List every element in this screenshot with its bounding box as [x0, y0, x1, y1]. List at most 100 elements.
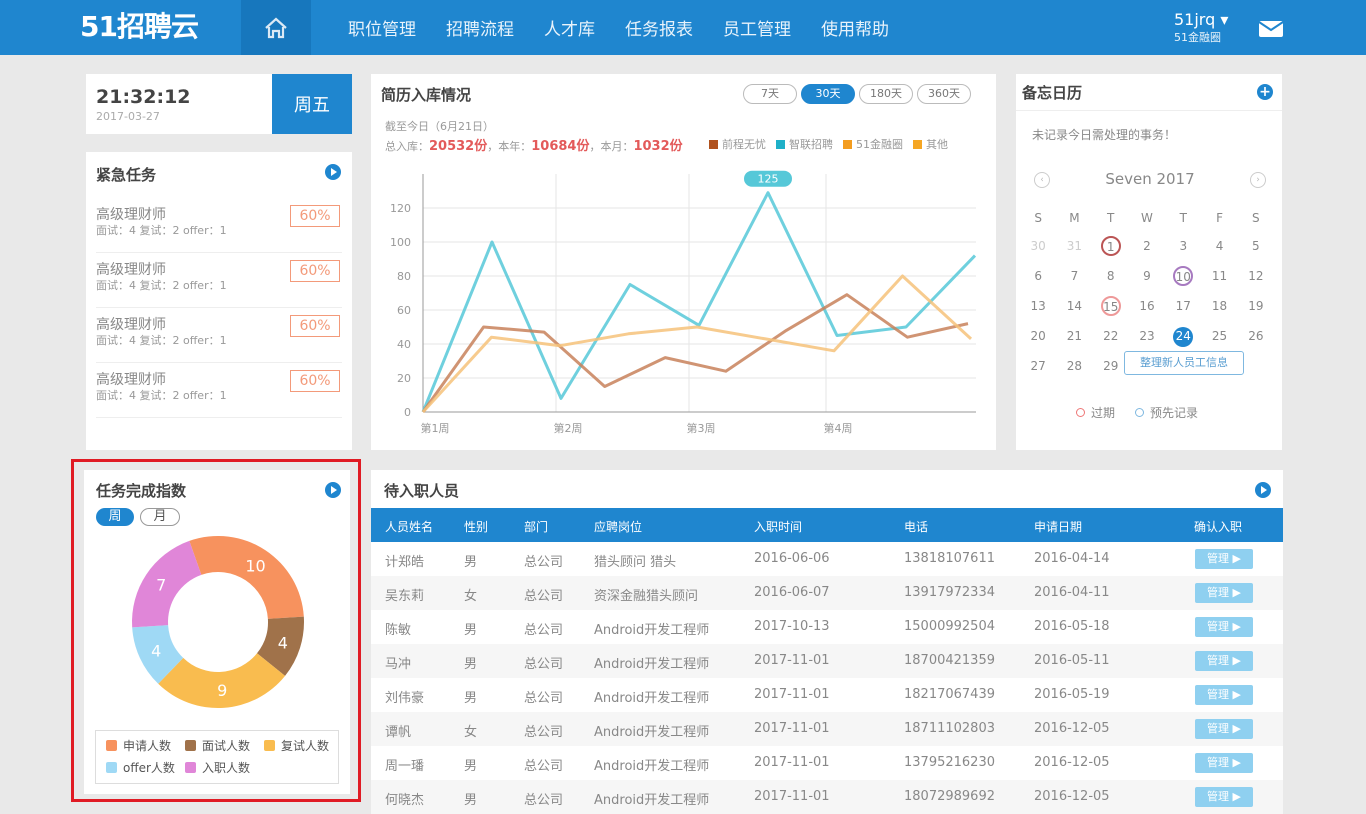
task-item[interactable]: 高级理财师 面试：4 复试：2 offer：1 60% [96, 363, 342, 418]
table-cell: 刘伟豪 [385, 691, 425, 706]
series-line [421, 191, 977, 413]
table-cell: 计郑皓 [385, 555, 425, 570]
table-cell: Android开发工程师 [594, 657, 710, 672]
table-cell: 男 [464, 691, 478, 706]
x-tick-label: 第1周 [421, 421, 450, 435]
weekday-label: W [1141, 211, 1153, 225]
table-cell: 猎头顾问 猎头 [594, 555, 677, 570]
calendar-day[interactable]: 1 [1093, 236, 1129, 266]
calendar-day[interactable]: 16 [1129, 296, 1165, 326]
calendar-day[interactable]: 11 [1201, 266, 1237, 296]
legend-swatch [776, 140, 785, 149]
table-cell: 男 [464, 623, 478, 638]
column-header: 电话 [904, 520, 929, 534]
legend-label: 智联招聘 [789, 138, 833, 151]
range-360d[interactable]: 360天 [917, 84, 971, 104]
mail-icon[interactable] [1258, 20, 1284, 38]
calendar-day[interactable]: 10 [1165, 266, 1201, 296]
calendar-day[interactable]: 6 [1020, 266, 1056, 296]
table-cell: 2016-05-18 [1034, 619, 1110, 634]
task-item[interactable]: 高级理财师 面试：4 复试：2 offer：1 60% [96, 308, 342, 363]
manage-button[interactable]: 管理 ▶ [1195, 583, 1253, 603]
more-arrow-icon[interactable] [1255, 482, 1271, 498]
calendar-day[interactable]: 31 [1056, 236, 1092, 266]
manage-button[interactable]: 管理 ▶ [1195, 685, 1253, 705]
range-30d[interactable]: 30天 [801, 84, 855, 104]
nav-item-talent-pool[interactable]: 人才库 [544, 15, 595, 40]
calendar-event-tag[interactable]: 整理新人员工信息 [1124, 351, 1244, 375]
calendar-day[interactable]: 7 [1056, 266, 1092, 296]
calendar-day[interactable]: 2 [1129, 236, 1165, 266]
memo-title: 备忘日历 [1022, 84, 1083, 102]
calendar-day[interactable]: 18 [1201, 296, 1237, 326]
task-percent: 60% [290, 205, 340, 227]
month-label: ，本月： [589, 140, 634, 153]
home-icon [265, 17, 287, 38]
as-of-date: 截至今日（6月21日） [385, 120, 494, 133]
table-cell: 总公司 [524, 589, 564, 604]
range-180d[interactable]: 180天 [859, 84, 913, 104]
calendar-day[interactable]: 20 [1020, 326, 1056, 356]
manage-button[interactable]: 管理 ▶ [1195, 617, 1253, 637]
column-header: 部门 [524, 520, 549, 534]
column-header: 应聘岗位 [594, 520, 643, 534]
nav-item-reports[interactable]: 任务报表 [625, 15, 693, 40]
manage-button[interactable]: 管理 ▶ [1195, 549, 1253, 569]
pending-onboard-title: 待入职人员 [384, 482, 460, 500]
calendar-day[interactable]: 17 [1165, 296, 1201, 326]
calendar-day[interactable]: 3 [1165, 236, 1201, 266]
next-month-icon[interactable]: › [1250, 172, 1266, 188]
calendar-day[interactable]: 14 [1056, 296, 1092, 326]
calendar-day[interactable]: 22 [1093, 326, 1129, 356]
total-label: 总入库： [385, 140, 429, 153]
task-item[interactable]: 高级理财师 面试：4 复试：2 offer：1 60% [96, 198, 342, 253]
calendar-day[interactable]: 4 [1201, 236, 1237, 266]
overdue-dot-icon [1076, 408, 1085, 417]
calendar-day[interactable]: 15 [1093, 296, 1129, 326]
add-icon[interactable]: + [1257, 84, 1273, 100]
pending-onboard-card: 待入职人员 人员姓名 性别 部门 应聘岗位 入职时间 电话 申请日期 确认入职 … [371, 470, 1283, 814]
calendar-day[interactable]: 27 [1020, 356, 1056, 386]
calendar-day[interactable]: 19 [1238, 296, 1274, 326]
calendar-day[interactable]: 8 [1093, 266, 1129, 296]
series-line [421, 293, 969, 413]
calendar-day[interactable]: 21 [1056, 326, 1092, 356]
nav-item-help[interactable]: 使用帮助 [821, 15, 889, 40]
task-percent: 60% [290, 260, 340, 282]
manage-button[interactable]: 管理 ▶ [1195, 753, 1253, 773]
home-button[interactable] [241, 0, 311, 55]
manage-button[interactable]: 管理 ▶ [1195, 651, 1253, 671]
nav-item-employees[interactable]: 员工管理 [723, 15, 791, 40]
calendar-day[interactable]: 9 [1129, 266, 1165, 296]
table-cell: 18072989692 [904, 789, 995, 804]
calendar-day[interactable]: 5 [1238, 236, 1274, 266]
calendar-legend: 过期 预先记录 [1076, 404, 1198, 421]
app-logo[interactable]: 51招聘云 [80, 10, 230, 44]
manage-button[interactable]: 管理 ▶ [1195, 787, 1253, 807]
table-cell: 女 [464, 725, 478, 740]
nav-item-recruit-flow[interactable]: 招聘流程 [446, 15, 514, 40]
table-row: 谭帆 女 总公司 Android开发工程师 2017-11-01 18711102803 2… [371, 712, 1283, 746]
table-row: 陈敏 男 总公司 Android开发工程师 2017-10-13 15000992504 2… [371, 610, 1283, 644]
y-tick-label: 20 [397, 372, 411, 385]
highlight-frame [71, 459, 361, 802]
user-menu[interactable]: 51jrq ▾ 51金融圈 [1174, 10, 1228, 45]
calendar-day[interactable]: 12 [1238, 266, 1274, 296]
calendar-day[interactable]: 13 [1020, 296, 1056, 326]
range-7d[interactable]: 7天 [743, 84, 797, 104]
task-item[interactable]: 高级理财师 面试：4 复试：2 offer：1 60% [96, 253, 342, 308]
month-value: 1032份 [633, 139, 683, 154]
y-tick-label: 0 [404, 406, 411, 419]
more-arrow-icon[interactable] [325, 164, 341, 180]
task-percent: 60% [290, 370, 340, 392]
legend-item: 其他 [913, 136, 948, 152]
task-name: 高级理财师 [96, 317, 166, 333]
chart-legend: 前程无忧 智联招聘 51金融圈 其他 [709, 136, 948, 152]
table-cell: 总公司 [524, 555, 564, 570]
table-cell: 18700421359 [904, 653, 995, 668]
table-cell: Android开发工程师 [594, 623, 710, 638]
calendar-day[interactable]: 30 [1020, 236, 1056, 266]
calendar-day[interactable]: 28 [1056, 356, 1092, 386]
manage-button[interactable]: 管理 ▶ [1195, 719, 1253, 739]
nav-item-jobs[interactable]: 职位管理 [348, 15, 416, 40]
